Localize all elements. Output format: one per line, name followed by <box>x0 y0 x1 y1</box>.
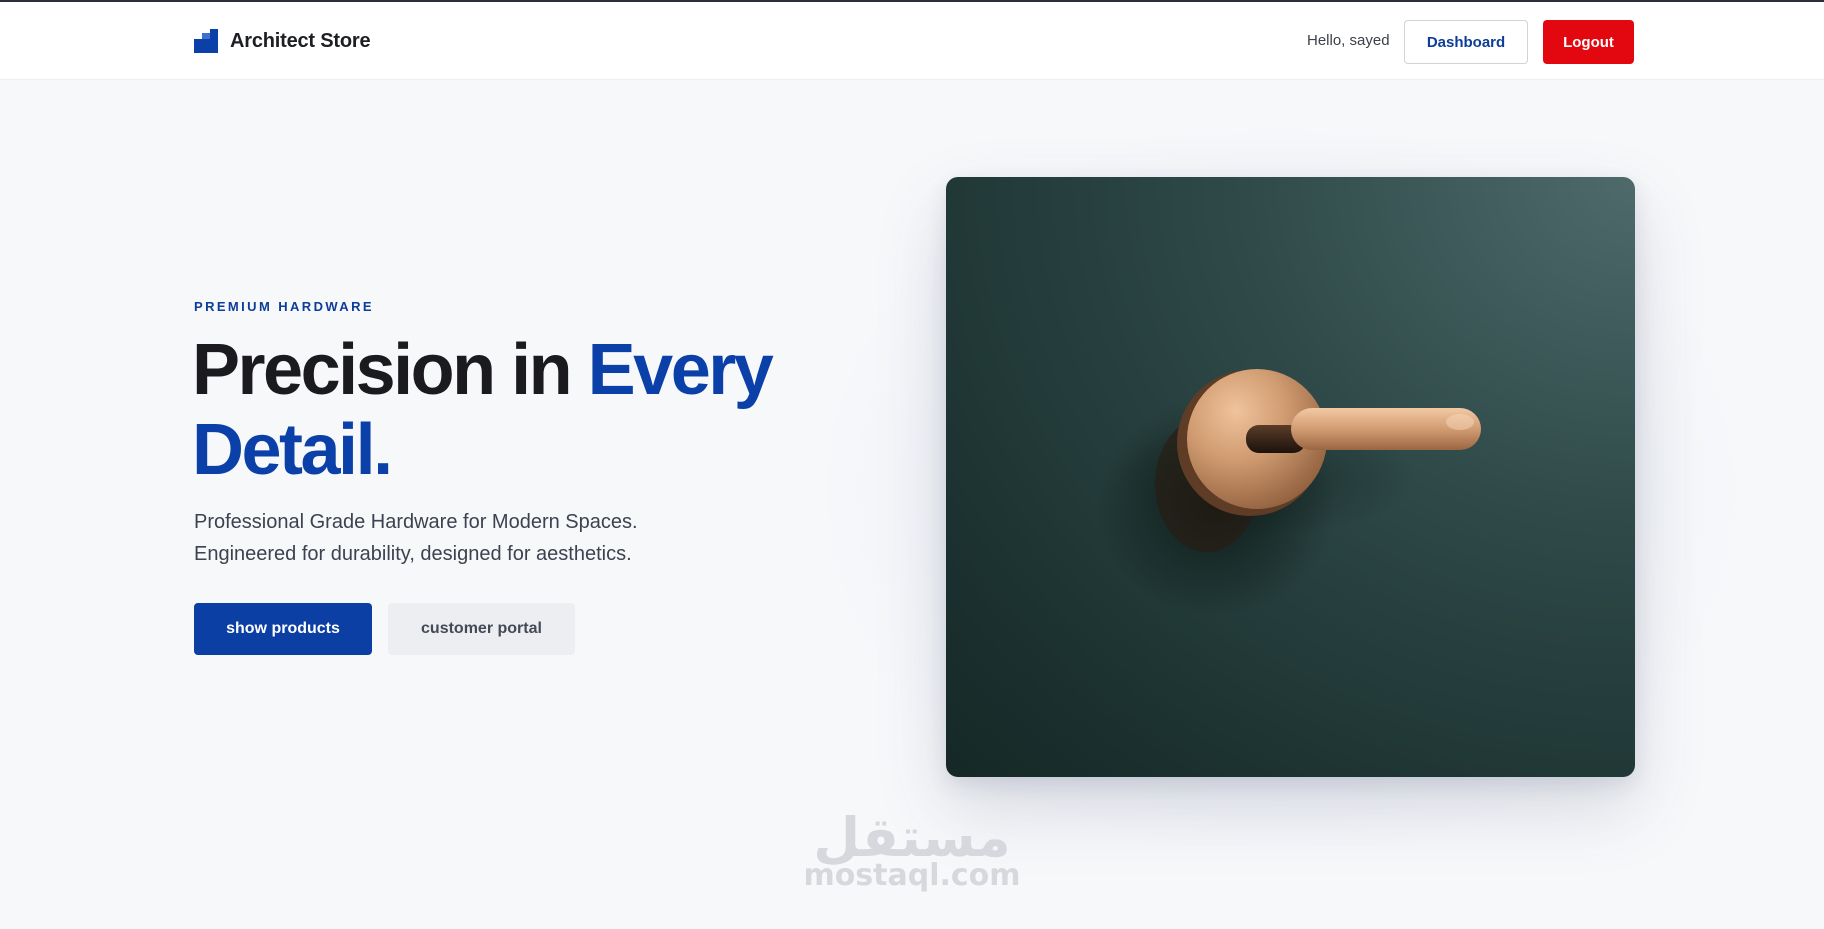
subtext-line-2: Engineered for durability, designed for … <box>194 543 632 565</box>
watermark: مستقل mostaql.com <box>800 808 1024 894</box>
subtext-line-1: Professional Grade Hardware for Modern S… <box>194 511 638 533</box>
hero-eyebrow: PREMIUM HARDWARE <box>194 299 374 314</box>
stairs-logo-icon <box>194 29 218 53</box>
hero-headline: Precision in Every Detail. <box>192 330 812 490</box>
customer-portal-button[interactable]: customer portal <box>388 603 575 655</box>
door-handle-illustration <box>1096 369 1481 617</box>
dashboard-button[interactable]: Dashboard <box>1404 20 1528 64</box>
site-header: Architect Store Hello, sayed Dashboard L… <box>0 2 1824 80</box>
show-products-button[interactable]: show products <box>194 603 372 655</box>
brand[interactable]: Architect Store <box>194 29 371 53</box>
logout-button[interactable]: Logout <box>1543 20 1634 64</box>
user-greeting: Hello, sayed <box>1307 32 1390 49</box>
watermark-latin: mostaql.com <box>803 858 1021 893</box>
brand-name: Architect Store <box>230 29 371 52</box>
headline-text: Precision in <box>192 330 588 410</box>
hero-image <box>946 177 1635 777</box>
hero-subtext: Professional Grade Hardware for Modern S… <box>194 506 754 570</box>
